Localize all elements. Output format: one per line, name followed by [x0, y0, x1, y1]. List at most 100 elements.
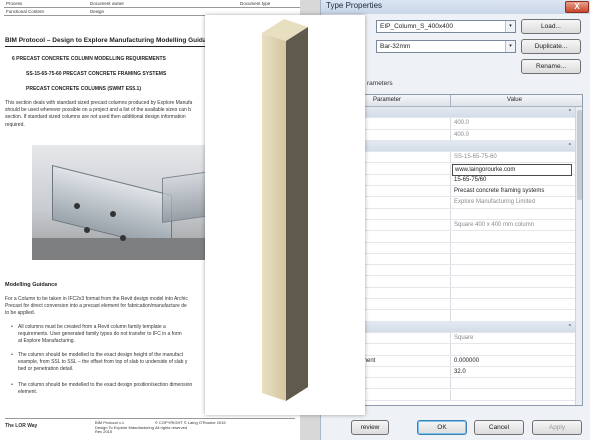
parameter-value[interactable]: Precast concrete framing systems	[452, 186, 572, 197]
text-line: section. If standard sized columns are n…	[5, 114, 186, 121]
photo-fixing	[120, 235, 126, 241]
preview-button[interactable]: review	[351, 420, 389, 435]
footer-copyright: © COPYRIGHT © Laing O'Rourke 2015 All ri…	[155, 420, 235, 430]
column-separator	[450, 186, 451, 197]
parameter-value[interactable]: 0.000000	[452, 356, 572, 367]
section-subheading: PRECAST CONCRETE COLUMNS (SWMT ES5.1)	[26, 86, 142, 92]
header-functional-content: Functional Content	[6, 9, 44, 14]
column-header-value: Value	[507, 97, 522, 103]
header-rule	[4, 7, 300, 8]
column-separator	[450, 242, 451, 253]
column-separator	[450, 220, 451, 231]
text-line: requirements. User generated family type…	[18, 331, 182, 338]
column-separator	[450, 276, 451, 287]
column-separator	[450, 208, 451, 219]
text-line: Rev 2015	[95, 429, 113, 434]
parameter-value[interactable]: Square	[452, 333, 572, 344]
family-combobox[interactable]: EIP_Column_S_400x400 ▾	[376, 20, 516, 33]
bullet-marker: •	[11, 324, 13, 330]
close-icon: X	[574, 2, 580, 11]
scrollbar-thumb[interactable]	[577, 110, 582, 200]
parameter-value[interactable]: 32.0	[452, 367, 572, 378]
document-footer: The LOR Way BIM Protocol v.1 Design To E…	[5, 418, 295, 434]
dialog-titlebar[interactable]: Type Properties X	[321, 0, 590, 14]
modelling-paragraph: For a Column to be taken in IFC2x3 forma…	[5, 296, 215, 318]
parameter-value[interactable]: 400.0	[452, 130, 572, 141]
photo-ground	[32, 238, 232, 260]
text-line: The column should be modelled to the exa…	[18, 382, 193, 388]
text-line: required.	[5, 121, 25, 128]
column-separator	[450, 333, 451, 344]
parameter-value[interactable]: SS-15-65-75-60	[452, 152, 572, 163]
bullet-marker: •	[11, 382, 13, 388]
text-line: to be applied.	[5, 310, 36, 317]
header-design: Design	[90, 9, 105, 14]
column-separator	[450, 355, 451, 366]
text-line: The column should be modelled to the exa…	[18, 352, 184, 358]
column-separator	[450, 299, 451, 310]
column-separator	[450, 389, 451, 400]
bullet-item: • The column should be modelled to the e…	[11, 382, 193, 396]
parameter-value[interactable]: Explore Manufacturing Limited	[452, 197, 572, 208]
close-button[interactable]: X	[565, 1, 589, 13]
column-separator	[450, 152, 451, 163]
parameter-value[interactable]: Square 400 x 400 mm column	[452, 220, 572, 231]
photo-fixing	[84, 227, 90, 233]
text-line: bed or penetration detail.	[18, 366, 74, 373]
type-combobox[interactable]: Bar-32mm ▾	[376, 40, 516, 53]
column-separator	[450, 287, 451, 299]
text-line: example, from SSL to SSL – the offset fr…	[18, 359, 188, 366]
column-separator	[450, 197, 451, 208]
dialog-title: Type Properties	[326, 1, 383, 10]
cancel-button[interactable]: Cancel	[474, 420, 524, 435]
family-value: EIP_Column_S_400x400	[380, 23, 453, 30]
text-line: at Explore Manufacturing.	[18, 338, 75, 345]
text-line: All columns must be created from a Revit…	[18, 324, 166, 330]
duplicate-button[interactable]: Duplicate...	[521, 39, 581, 54]
intro-paragraph: This section deals with standard sized p…	[5, 100, 215, 129]
text-line: Precast for direct conversion into a pre…	[5, 303, 187, 310]
column-separator	[450, 231, 451, 242]
bullet-item: • All columns must be created from a Rev…	[11, 324, 182, 346]
precast-column-photo	[32, 145, 232, 260]
column-separator	[450, 253, 451, 265]
column-separator	[450, 366, 451, 378]
column-3d-view	[262, 19, 308, 401]
ok-button[interactable]: OK	[417, 420, 467, 435]
section-subheading: SS-15-65-75-60 PRECAST CONCRETE FRAMING …	[26, 71, 167, 77]
footer-reference: BIM Protocol v.1 Design To Explore Manuf…	[95, 420, 155, 435]
collapse-icon[interactable]: ⌃	[568, 141, 572, 152]
bullet-marker: •	[11, 352, 13, 358]
photo-fixing	[74, 203, 80, 209]
collapse-icon[interactable]: ⌃	[568, 107, 572, 118]
text-line: All rights reserved	[155, 424, 188, 430]
header-document-type: Document type	[240, 1, 271, 6]
collapse-icon[interactable]: ⌃	[568, 322, 572, 333]
section-heading: 6 PRECAST CONCRETE COLUMN MODELLING REQU…	[12, 56, 166, 62]
column-3d-preview[interactable]	[205, 15, 365, 415]
parameter-value[interactable]: 15-65-75/60	[452, 175, 572, 186]
parameter-value[interactable]: 400.0	[452, 118, 572, 129]
header-document-owner: Document owner	[90, 1, 125, 6]
column-front-face	[262, 33, 286, 401]
column-separator	[450, 118, 451, 129]
column-separator	[450, 95, 451, 107]
column-separator	[450, 310, 451, 321]
header-process: Process	[6, 1, 23, 6]
type-parameters-label: rameters	[367, 80, 393, 87]
chevron-down-icon: ▾	[505, 21, 515, 32]
apply-button[interactable]: Apply	[532, 420, 582, 435]
chevron-down-icon: ▾	[505, 41, 515, 52]
rename-button[interactable]: Rename...	[521, 59, 581, 74]
text-line: element.	[18, 389, 38, 396]
load-button[interactable]: Load...	[521, 19, 581, 34]
footer-brand: The LOR Way	[5, 423, 38, 429]
modelling-guidance-heading: Modelling Guidance	[5, 282, 58, 288]
column-side-face	[286, 27, 308, 401]
column-separator	[450, 129, 451, 140]
text-line: should be used wherever possible on a pr…	[5, 107, 191, 114]
column-separator	[450, 163, 451, 174]
grid-scrollbar[interactable]	[575, 107, 582, 405]
text-line: This section deals with standard sized p…	[5, 100, 193, 106]
column-separator	[450, 378, 451, 389]
